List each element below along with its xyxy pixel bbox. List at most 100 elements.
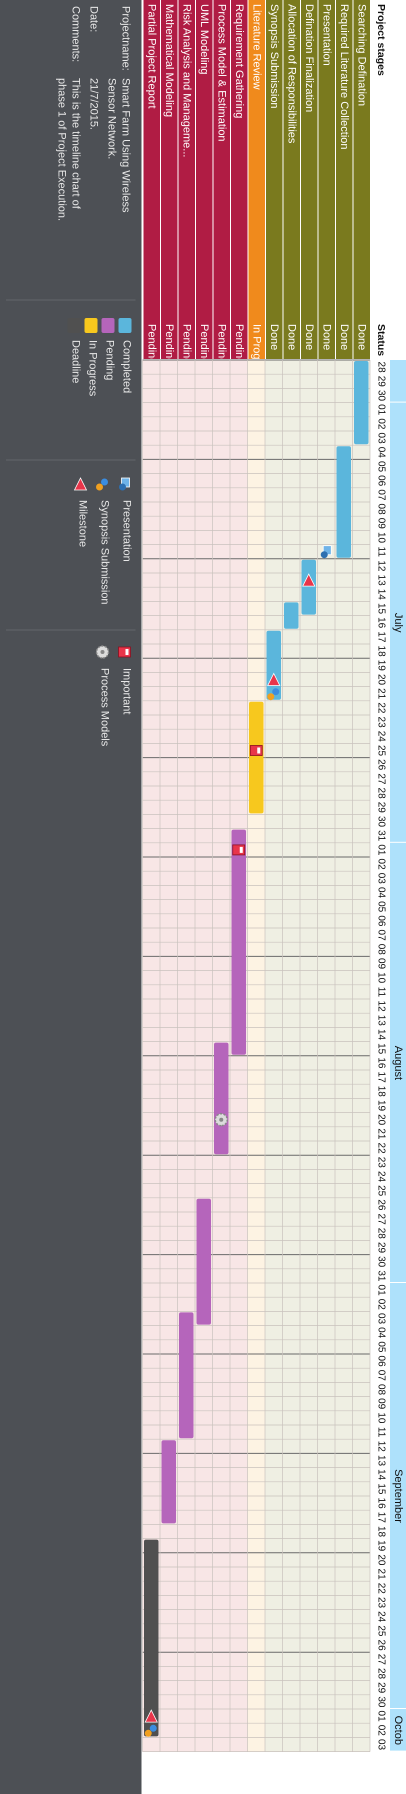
day-label: 30 <box>375 390 386 402</box>
synopsis-submission-icon-dot <box>144 1729 152 1737</box>
task-bar <box>196 1198 211 1325</box>
task-status: Pending <box>145 324 157 364</box>
month-label: September <box>392 1469 404 1523</box>
task-status: Done <box>268 324 280 350</box>
task-name: Searching Defination <box>355 4 367 106</box>
task-name: Requirement Gathering <box>233 4 245 118</box>
marker <box>214 1112 228 1127</box>
task-bar <box>336 446 351 558</box>
task-bar <box>249 701 264 814</box>
day-label: 05 <box>375 461 386 473</box>
task-name: Required Literature Collection <box>338 4 350 150</box>
day-label: 14 <box>375 1029 386 1041</box>
day-label: 03 <box>375 433 386 445</box>
presentation-icon-dot <box>119 483 126 491</box>
day-label: 22 <box>375 702 386 714</box>
task-name: Partial Project Report <box>145 4 157 109</box>
day-label: 26 <box>375 759 386 771</box>
day-label: 02 <box>375 418 386 430</box>
day-label: 25 <box>375 1185 386 1197</box>
month-band <box>390 360 406 402</box>
day-label: 20 <box>375 1554 386 1566</box>
stage-column-header: Project stages <box>375 4 387 76</box>
day-label: 12 <box>375 560 386 572</box>
day-label: 09 <box>375 958 386 970</box>
legend-label: Important <box>120 668 132 714</box>
day-label: 06 <box>375 915 386 927</box>
day-label: 01 <box>375 844 386 856</box>
task-name: Allocation of Responsibilities <box>285 4 297 144</box>
day-label: 03 <box>375 1313 386 1325</box>
day-label: 03 <box>375 873 386 885</box>
day-label: 12 <box>375 1441 386 1453</box>
legend-label: Process Models <box>98 668 110 747</box>
important-icon <box>249 745 263 756</box>
day-label: 02 <box>375 1299 386 1311</box>
day-label: 07 <box>375 1370 386 1382</box>
comments-value: phase 1 of Project Execution. <box>55 78 67 221</box>
day-label: 26 <box>375 1640 386 1652</box>
day-label: 27 <box>375 1214 386 1226</box>
day-label: 28 <box>375 788 386 800</box>
day-label: 30 <box>375 1696 386 1708</box>
day-label: 25 <box>375 745 386 757</box>
day-label: 22 <box>375 1583 386 1595</box>
month-label: Octob <box>392 1716 404 1745</box>
day-label: 06 <box>375 1356 386 1368</box>
day-label: 09 <box>375 1398 386 1410</box>
day-label: 17 <box>375 1512 386 1524</box>
day-label: 03 <box>375 1739 386 1751</box>
day-label: 28 <box>375 1228 386 1240</box>
day-label: 24 <box>375 1611 386 1623</box>
project-value: Sensor Network. <box>105 78 117 159</box>
day-label: 13 <box>375 1455 386 1467</box>
synopsis-submission-icon <box>101 478 108 486</box>
day-label: 14 <box>375 589 386 601</box>
legend-label: Presentation <box>120 500 132 562</box>
task-status: Pending <box>198 324 210 364</box>
day-label: 21 <box>375 1128 386 1140</box>
day-label: 27 <box>375 773 386 785</box>
day-label: 02 <box>375 1725 386 1737</box>
task-bar <box>284 602 299 629</box>
day-label: 04 <box>375 1327 386 1339</box>
day-label: 25 <box>375 1625 386 1637</box>
day-label: 22 <box>375 1143 386 1155</box>
task-name: Mathematical Modeling <box>163 4 175 117</box>
info-panel <box>0 0 142 1794</box>
day-label: 29 <box>375 1682 386 1694</box>
task-bar <box>301 559 316 615</box>
day-label: 18 <box>375 646 386 658</box>
process-models-icon-hub <box>100 650 105 654</box>
task-name: Synopsis Submission <box>268 4 280 109</box>
day-label: 07 <box>375 930 386 942</box>
day-label: 16 <box>375 1057 386 1069</box>
important-icon <box>118 646 131 658</box>
project-value: Smart Farm Using Wireless <box>119 78 131 213</box>
legend-swatch <box>67 318 81 333</box>
synopsis-submission-icon-dot <box>96 483 103 491</box>
day-label: 24 <box>375 1171 386 1183</box>
important-icon-detail <box>125 649 129 655</box>
month-label: July <box>392 613 404 633</box>
task-bar <box>354 361 369 445</box>
task-status: Done <box>338 324 350 350</box>
process-models-icon-hub <box>219 1117 224 1122</box>
day-label: 27 <box>375 1654 386 1666</box>
month-label: August <box>392 1046 404 1080</box>
day-label: 28 <box>375 362 386 374</box>
day-label: 21 <box>375 1569 386 1581</box>
task-status: Pending <box>163 324 175 364</box>
day-label: 28 <box>375 1668 386 1680</box>
legend-swatch <box>101 318 115 333</box>
task-name: Defination Finalization <box>303 4 315 112</box>
day-label: 24 <box>375 731 386 743</box>
marker <box>232 844 246 856</box>
day-label: 11 <box>375 987 386 998</box>
day-label: 15 <box>375 1043 386 1055</box>
day-label: 19 <box>375 1100 386 1112</box>
task-bar <box>144 1539 159 1737</box>
day-label: 07 <box>375 489 386 501</box>
day-label: 05 <box>375 1341 386 1353</box>
project-label: Projectname: <box>119 6 131 71</box>
